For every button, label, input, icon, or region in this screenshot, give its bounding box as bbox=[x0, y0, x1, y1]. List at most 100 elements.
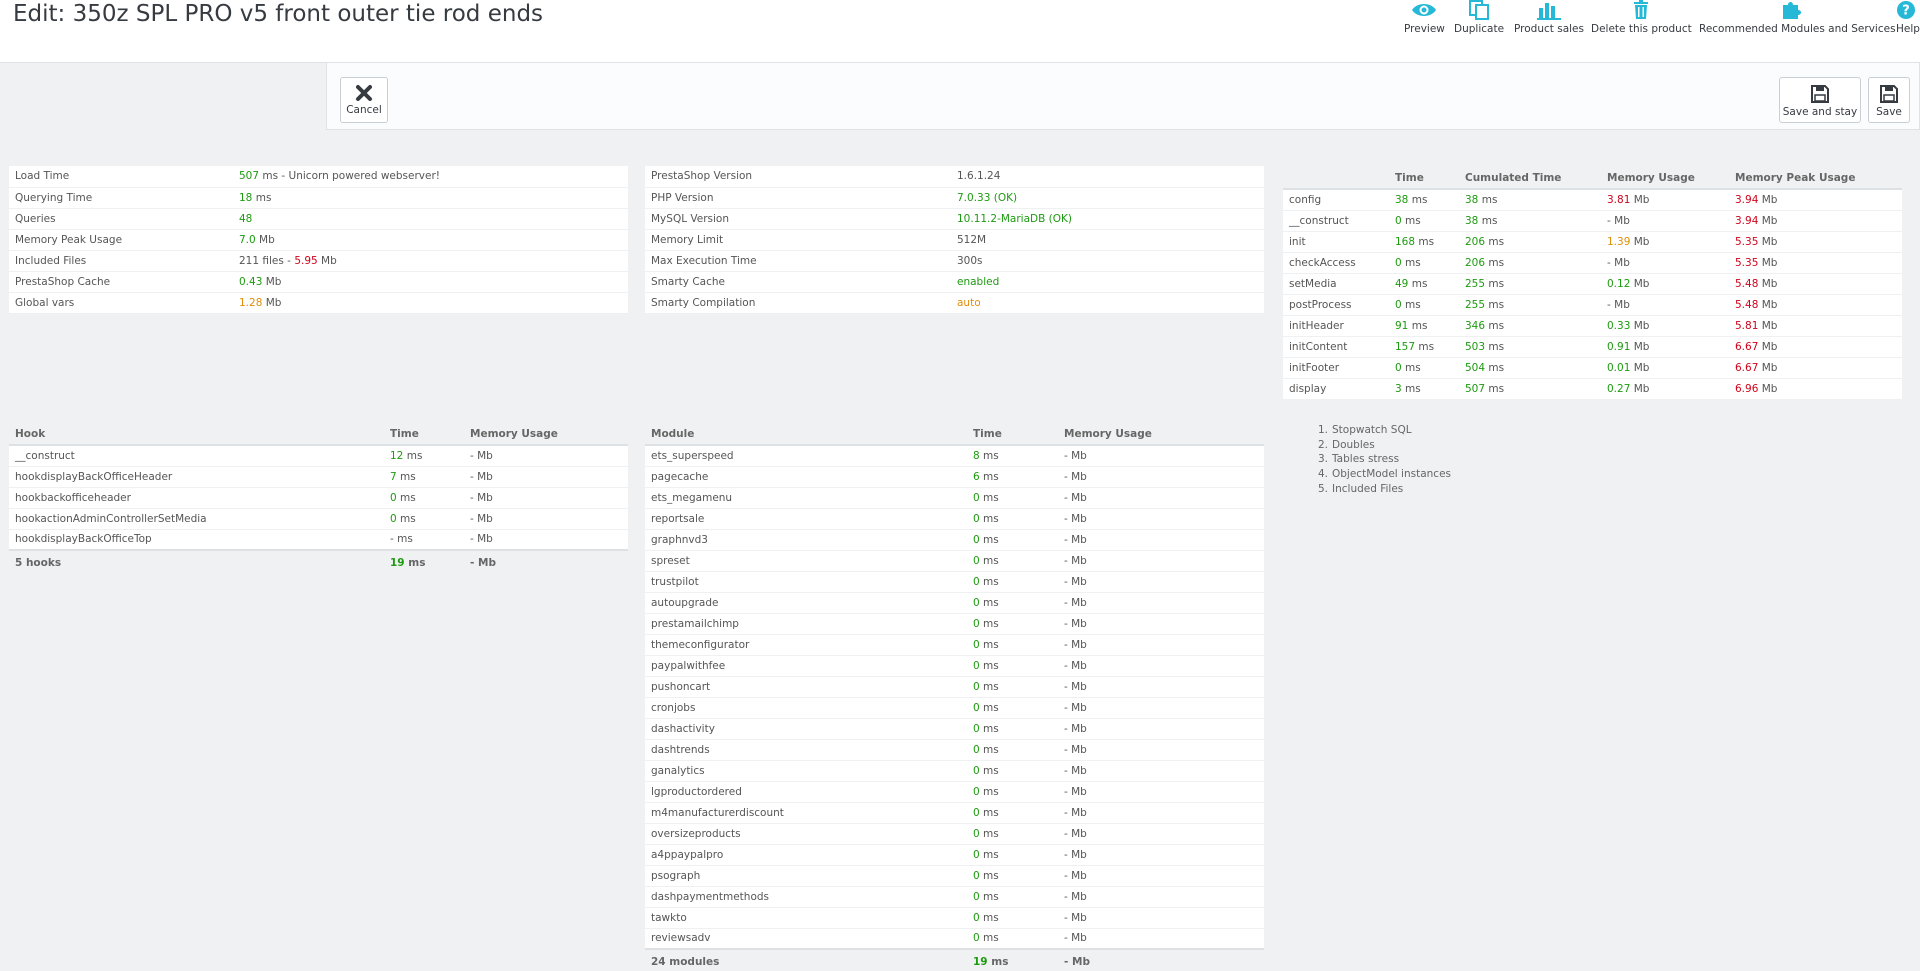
row-label: PrestaShop Cache bbox=[9, 271, 233, 293]
value: 6.67 bbox=[1735, 361, 1759, 374]
hook-name: __construct bbox=[9, 445, 384, 467]
column-header: Memory Usage bbox=[464, 423, 628, 446]
table-row: reportsale 0 ms - Mb bbox=[645, 508, 1264, 530]
value: 6 bbox=[973, 470, 980, 483]
step-memory-peak: 6.67 Mb bbox=[1729, 336, 1902, 358]
value: 19 bbox=[390, 556, 405, 569]
value: 507 bbox=[239, 170, 260, 183]
debug-link-label: Doubles bbox=[1332, 438, 1375, 451]
value: 5.81 bbox=[1735, 319, 1759, 332]
unit: ms bbox=[1401, 214, 1421, 227]
debug-link[interactable]: 2. Doubles bbox=[1316, 438, 1451, 453]
step-time: 0 ms bbox=[1389, 357, 1459, 379]
column-header: Memory Peak Usage bbox=[1729, 167, 1902, 190]
product-sales-button[interactable]: Product sales bbox=[1514, 0, 1584, 50]
unit: ms bbox=[979, 533, 999, 546]
debug-link[interactable]: 5. Included Files bbox=[1316, 482, 1451, 497]
value: 18 bbox=[239, 191, 253, 204]
recommended-modules-button[interactable]: Recommended Modules and Services bbox=[1699, 0, 1896, 50]
value: 503 bbox=[1465, 340, 1486, 353]
floppy-icon bbox=[1880, 85, 1898, 103]
step-time: 157 ms bbox=[1389, 336, 1459, 358]
module-memory: - Mb bbox=[1058, 634, 1264, 656]
debug-link[interactable]: 1. Stopwatch SQL bbox=[1316, 423, 1451, 438]
duplicate-label: Duplicate bbox=[1454, 23, 1505, 35]
value: 0 bbox=[973, 554, 980, 567]
module-name: tawkto bbox=[645, 907, 967, 929]
form-action-bar: Cancel Save and stay Save bbox=[326, 63, 1920, 130]
unit: ms bbox=[979, 470, 999, 483]
unit: ms bbox=[1478, 193, 1498, 206]
module-time: 0 ms bbox=[967, 928, 1058, 950]
step-name: checkAccess bbox=[1283, 252, 1389, 274]
save-button[interactable]: Save bbox=[1868, 77, 1910, 123]
help-button[interactable]: ? Help bbox=[1896, 0, 1920, 50]
debug-link[interactable]: 3. Tables stress bbox=[1316, 452, 1451, 467]
value: 5.35 bbox=[1735, 235, 1759, 248]
hooks-header: Hook Time Memory Usage bbox=[9, 423, 628, 446]
save-and-stay-button[interactable]: Save and stay bbox=[1779, 77, 1861, 123]
module-name: ets_superspeed bbox=[645, 445, 967, 467]
value: 0.43 bbox=[239, 275, 263, 288]
table-row: __construct 12 ms - Mb bbox=[9, 445, 628, 467]
unit: ms bbox=[979, 491, 999, 504]
table-row: ganalytics 0 ms - Mb bbox=[645, 760, 1264, 782]
unit: ms bbox=[1485, 340, 1505, 353]
column-header bbox=[1283, 167, 1389, 190]
module-memory: - Mb bbox=[1058, 907, 1264, 929]
unit: Mb bbox=[1630, 319, 1650, 332]
step-cumulated-time: 507 ms bbox=[1459, 378, 1601, 400]
debug-link-label: Stopwatch SQL bbox=[1332, 424, 1412, 436]
value: 507 bbox=[1465, 382, 1486, 395]
value: 255 bbox=[1465, 277, 1486, 290]
module-memory: - Mb bbox=[1058, 592, 1264, 614]
module-time: 0 ms bbox=[967, 844, 1058, 866]
value: 206 bbox=[1465, 235, 1486, 248]
module-memory: - Mb bbox=[1058, 781, 1264, 803]
value: 5.48 bbox=[1735, 277, 1759, 290]
table-row: ets_superspeed 8 ms - Mb bbox=[645, 445, 1264, 467]
unit: Mb bbox=[1758, 340, 1778, 353]
value: 5.35 bbox=[1735, 256, 1759, 269]
svg-text:?: ? bbox=[1902, 4, 1910, 19]
module-memory: - Mb bbox=[1058, 886, 1264, 908]
delete-product-button[interactable]: Delete this product bbox=[1591, 0, 1692, 50]
table-row: pushoncart 0 ms - Mb bbox=[645, 676, 1264, 698]
unit: ms bbox=[979, 869, 999, 882]
row-value: 7.0.33 (OK) bbox=[951, 187, 1264, 209]
debug-link[interactable]: 4. ObjectModel instances bbox=[1316, 467, 1451, 482]
table-row: paypalwithfee 0 ms - Mb bbox=[645, 655, 1264, 677]
preview-button[interactable]: Preview bbox=[1404, 0, 1445, 50]
module-time: 0 ms bbox=[967, 718, 1058, 740]
save-label: Save bbox=[1876, 106, 1902, 118]
row-value: auto bbox=[951, 292, 1264, 314]
unit: Mb bbox=[1758, 193, 1778, 206]
value: 3.81 bbox=[1607, 193, 1631, 206]
module-time: 6 ms bbox=[967, 466, 1058, 488]
value: 1.39 bbox=[1607, 235, 1631, 248]
unit: Mb bbox=[1630, 361, 1650, 374]
step-time: 168 ms bbox=[1389, 231, 1459, 253]
unit: ms bbox=[255, 191, 272, 204]
unit: ms bbox=[1401, 382, 1421, 395]
table-row: dashtrends 0 ms - Mb bbox=[645, 739, 1264, 761]
modules-count: 24 modules bbox=[645, 948, 967, 971]
module-time: 0 ms bbox=[967, 571, 1058, 593]
row-label: Queries bbox=[9, 208, 233, 230]
cancel-button[interactable]: Cancel bbox=[340, 77, 388, 123]
table-row: __construct 0 ms 38 ms - Mb 3.94 Mb bbox=[1283, 210, 1902, 232]
recommended-modules-label: Recommended Modules and Services bbox=[1699, 23, 1896, 35]
value: 0 bbox=[1395, 298, 1402, 311]
step-memory: - Mb bbox=[1601, 294, 1729, 316]
duplicate-button[interactable]: Duplicate bbox=[1454, 0, 1504, 50]
module-memory: - Mb bbox=[1058, 571, 1264, 593]
unit: Mb bbox=[1758, 256, 1778, 269]
configuration-panel: PrestaShop Version 1.6.1.24 PHP Version 7.… bbox=[645, 166, 1264, 314]
module-name: autoupgrade bbox=[645, 592, 967, 614]
row-value: 512M bbox=[951, 229, 1264, 251]
step-time: 38 ms bbox=[1389, 189, 1459, 211]
value: 49 bbox=[1395, 277, 1409, 290]
unit: ms bbox=[979, 743, 999, 756]
step-memory-peak: 6.67 Mb bbox=[1729, 357, 1902, 379]
table-row: hookactionAdminControllerSetMedia 0 ms - M… bbox=[9, 508, 628, 530]
